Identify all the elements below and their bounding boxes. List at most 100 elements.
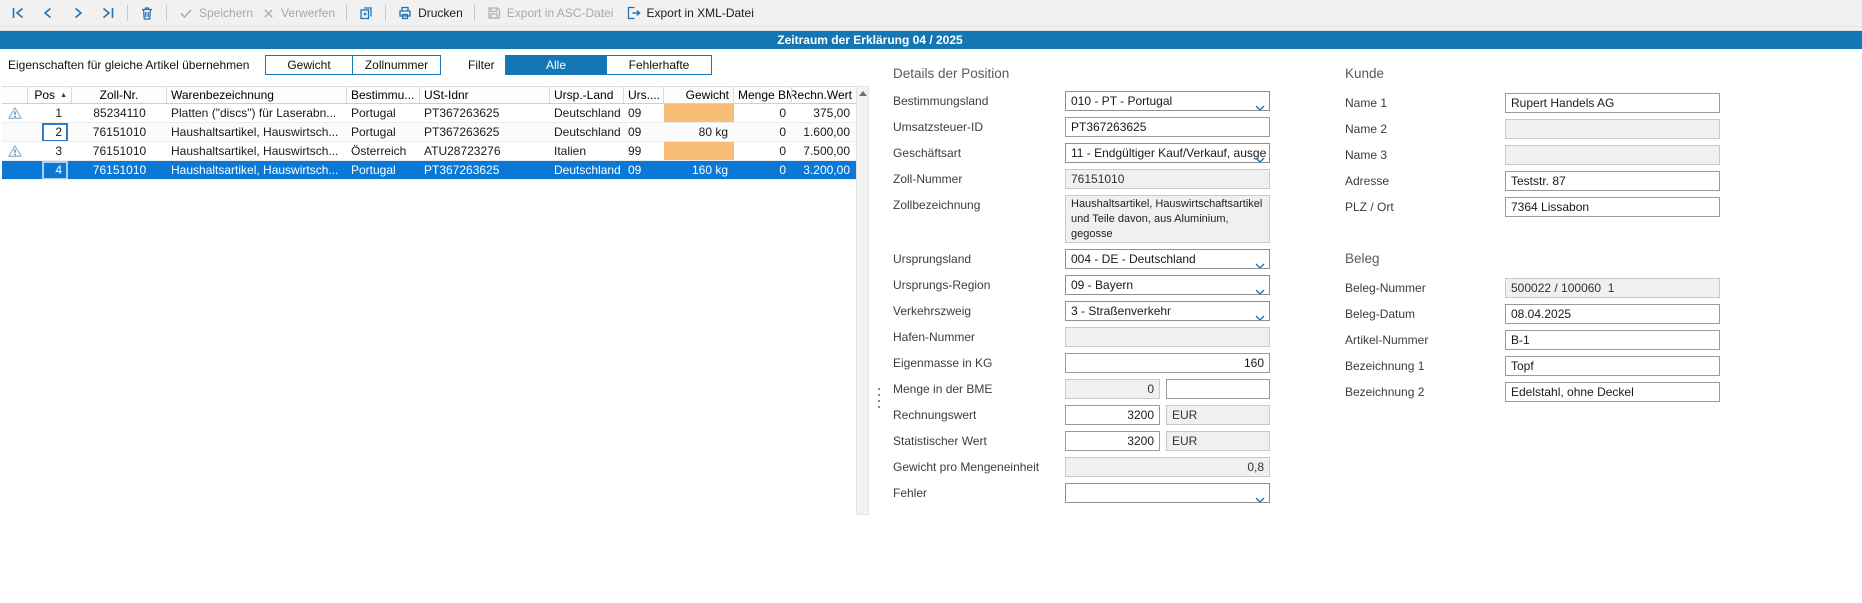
cell-pos: 3 — [28, 142, 72, 160]
table-row[interactable]: 185234110Platten ("discs") für Laserabn.… — [2, 104, 856, 123]
form-row: Zoll-Nummer76151010 — [893, 169, 1283, 189]
cell-gewicht — [664, 104, 734, 122]
statistischer-wert-field-1[interactable]: 3200 — [1065, 431, 1160, 451]
cell-gewicht: 160 kg — [664, 161, 734, 179]
details-label-statistischer-wert: Statistischer Wert — [893, 431, 1065, 451]
printer-icon — [397, 5, 413, 21]
column-header-label: Pos — [34, 87, 55, 103]
beleg-label-artikel-nummer: Artikel-Nummer — [1345, 330, 1505, 350]
discard-button[interactable]: Verwerfen — [257, 4, 339, 23]
cell-gewicht — [664, 142, 734, 160]
discard-label: Verwerfen — [281, 6, 335, 20]
column-header[interactable]: Bestimmu... — [347, 87, 420, 103]
column-header[interactable]: Ursp.-Land — [550, 87, 624, 103]
toolbar-separator — [166, 5, 167, 21]
nav-prev-button[interactable] — [36, 3, 60, 23]
adresse-field[interactable]: Teststr. 87 — [1505, 171, 1720, 191]
pane-splitter-handle[interactable] — [877, 388, 881, 408]
table-row[interactable]: 376151010Haushaltsartikel, Hauswirtsch..… — [2, 142, 856, 161]
export-asc-button[interactable]: Export in ASC-Datei — [482, 3, 618, 23]
ursprungsland-select[interactable]: 004 - DE - Deutschland — [1065, 249, 1270, 269]
form-row: Beleg-Datum08.04.2025 — [1345, 304, 1745, 324]
details-label-ursprungs-region: Ursprungs-Region — [893, 275, 1065, 295]
position-number-cell[interactable]: 3 — [44, 144, 66, 159]
column-header[interactable]: Menge BME — [734, 87, 792, 103]
save-button[interactable]: Speichern — [174, 3, 257, 23]
column-header[interactable]: Warenbezeichnung — [167, 87, 347, 103]
grid-vertical-scrollbar[interactable] — [856, 86, 869, 515]
cell-zoll: 76151010 — [72, 123, 167, 141]
cell-zoll: 76151010 — [72, 161, 167, 179]
menge-in-der-bme-field-2[interactable] — [1166, 379, 1270, 399]
column-header[interactable]: Pos▲ — [28, 87, 72, 103]
cell-ustid: ATU28723276 — [420, 142, 550, 160]
plz-ort-field[interactable]: 7364 Lissabon — [1505, 197, 1720, 217]
column-header[interactable]: Gewicht — [664, 87, 734, 103]
column-header[interactable] — [2, 87, 28, 103]
nav-next-icon — [70, 5, 86, 21]
column-header[interactable]: Rechn.Wert — [792, 87, 856, 103]
chevron-down-icon — [1255, 98, 1265, 111]
umsatzsteuer-id-field[interactable]: PT367263625 — [1065, 117, 1270, 137]
filter-all-button[interactable]: Alle — [505, 55, 607, 75]
position-number-cell[interactable]: 4 — [44, 163, 66, 178]
form-row: PLZ / Ort7364 Lissabon — [1345, 197, 1745, 217]
details-label-fehler: Fehler — [893, 483, 1065, 503]
artikel-nummer-field[interactable]: B-1 — [1505, 330, 1720, 350]
bestimmungsland-select[interactable]: 010 - PT - Portugal — [1065, 91, 1270, 111]
column-header-label: Bestimmu... — [351, 87, 414, 103]
warning-icon — [8, 144, 22, 158]
filter-faulty-button[interactable]: Fehlerhafte — [607, 55, 712, 75]
details-label-bestimmungsland: Bestimmungsland — [893, 91, 1065, 111]
bezeichnung-2-field[interactable]: Edelstahl, ohne Deckel — [1505, 382, 1720, 402]
apply-properties-group: Gewicht Zollnummer — [265, 55, 441, 75]
kunde-label-adresse: Adresse — [1345, 171, 1505, 191]
column-header-label: Ursp.-Land — [554, 87, 613, 103]
print-button[interactable]: Drucken — [393, 3, 467, 23]
bezeichnung-1-field[interactable]: Topf — [1505, 356, 1720, 376]
verkehrszweig-select[interactable]: 3 - Straßenverkehr — [1065, 301, 1270, 321]
period-title: Zeitraum der Erklärung 04 / 2025 — [0, 31, 1740, 49]
nav-next-button[interactable] — [66, 3, 90, 23]
details-label-gewicht-pro-mengeneinheit: Gewicht pro Mengeneinheit — [893, 457, 1065, 477]
column-header[interactable]: USt-Idnr — [420, 87, 550, 103]
details-label-zoll-nummer: Zoll-Nummer — [893, 169, 1065, 189]
positions-table: Pos▲Zoll-Nr.WarenbezeichnungBestimmu... U… — [2, 86, 856, 180]
name-1-field[interactable]: Rupert Handels AG — [1505, 93, 1720, 113]
apply-weight-button[interactable]: Gewicht — [265, 55, 353, 75]
ursprungs-region-select[interactable]: 09 - Bayern — [1065, 275, 1270, 295]
table-row[interactable]: 476151010Haushaltsartikel, Hauswirtsch..… — [2, 161, 856, 180]
apply-customs-number-button[interactable]: Zollnummer — [353, 55, 441, 75]
column-header[interactable]: Zoll-Nr. — [72, 87, 167, 103]
selected-value: 010 - PT - Portugal — [1071, 94, 1172, 108]
position-details-panel: Details der Position Bestimmungsland010 … — [893, 66, 1283, 509]
details-label-menge-in-der-bme: Menge in der BME — [893, 379, 1065, 399]
position-number-cell[interactable]: 1 — [44, 106, 66, 121]
fehler-select[interactable] — [1065, 483, 1270, 503]
kunde-fields: Name 1Rupert Handels AGName 2Name 3Adres… — [1345, 93, 1745, 217]
nav-first-button[interactable] — [6, 3, 30, 23]
column-header[interactable]: Urs.... — [624, 87, 664, 103]
cell-wert: 1.600,00 — [792, 123, 856, 141]
chevron-down-icon — [1255, 263, 1265, 269]
rechnungswert-field-1[interactable]: 3200 — [1065, 405, 1160, 425]
duplicate-position-button[interactable] — [354, 3, 378, 23]
form-row: Eigenmasse in KG160 — [893, 353, 1283, 373]
export-xml-button[interactable]: Export in XML-Datei — [621, 3, 757, 23]
name-3-field — [1505, 145, 1720, 165]
document-panel-title: Beleg — [1345, 251, 1745, 266]
cell-ursregion: 99 — [624, 142, 664, 160]
table-row[interactable]: 276151010Haushaltsartikel, Hauswirtsch..… — [2, 123, 856, 142]
cell-ustid: PT367263625 — [420, 123, 550, 141]
form-row: Statistischer Wert3200EUR — [893, 431, 1283, 451]
details-label-umsatzsteuer-id: Umsatzsteuer-ID — [893, 117, 1065, 137]
gesch-ftsart-select[interactable]: 11 - Endgültiger Kauf/Verkauf, ausge — [1065, 143, 1270, 163]
beleg-datum-field[interactable]: 08.04.2025 — [1505, 304, 1720, 324]
eigenmasse-in-kg-field[interactable]: 160 — [1065, 353, 1270, 373]
nav-last-button[interactable] — [96, 3, 120, 23]
cell-urspland: Deutschland — [550, 104, 624, 122]
delete-position-button[interactable] — [135, 3, 159, 23]
position-number-cell[interactable]: 2 — [44, 125, 66, 140]
scroll-up-arrow-icon[interactable] — [859, 91, 867, 96]
filter-bar: Eigenschaften für gleiche Artikel überne… — [0, 54, 870, 76]
